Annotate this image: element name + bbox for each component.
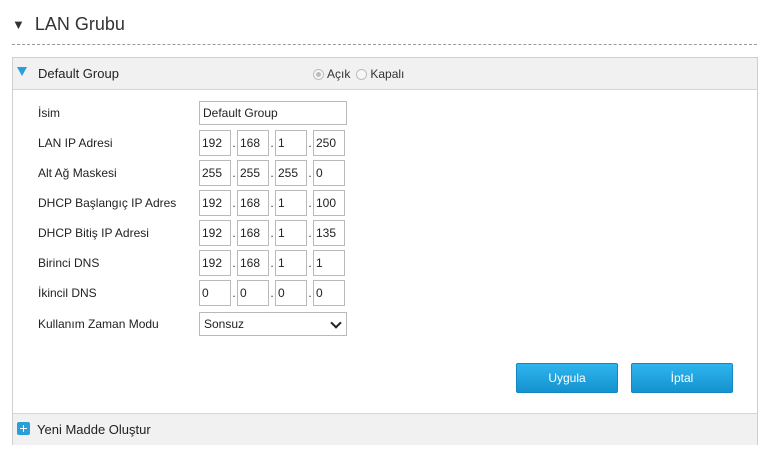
name-row: İsim xyxy=(38,100,60,126)
group-panel-header[interactable]: Default Group Açık Kapalı xyxy=(13,58,757,90)
section-title: LAN Grubu xyxy=(34,14,125,34)
dns1-row: Birinci DNS xyxy=(38,250,99,276)
dhcp-end-field: 192. 168. 1. 135 xyxy=(199,220,345,246)
dhcp-end-octet-2[interactable]: 168 xyxy=(237,220,269,246)
dns2-octet-3[interactable]: 0 xyxy=(275,280,307,306)
cancel-button[interactable]: İptal xyxy=(631,363,733,393)
new-item-label[interactable]: Yeni Madde Oluştur xyxy=(37,422,151,437)
lan-ip-octet-3[interactable]: 1 xyxy=(275,130,307,156)
lease-mode-select[interactable]: Sonsuz xyxy=(199,312,347,336)
dhcp-start-field: 192. 168. 1. 100 xyxy=(199,190,345,216)
dhcp-end-octet-4[interactable]: 135 xyxy=(313,220,345,246)
lan-ip-octet-4[interactable]: 250 xyxy=(313,130,345,156)
dns1-octet-4[interactable]: 1 xyxy=(313,250,345,276)
dhcp-end-octet-3[interactable]: 1 xyxy=(275,220,307,246)
enable-toggle: Açık Kapalı xyxy=(313,67,410,81)
dhcp-start-octet-3[interactable]: 1 xyxy=(275,190,307,216)
subnet-field: 255. 255. 255. 0 xyxy=(199,160,345,186)
dns1-field: 192. 168. 1. 1 xyxy=(199,250,345,276)
lan-ip-octet-2[interactable]: 168 xyxy=(237,130,269,156)
new-item-bar[interactable]: Yeni Madde Oluştur xyxy=(13,413,757,445)
dhcp-start-octet-4[interactable]: 100 xyxy=(313,190,345,216)
subnet-octet-1[interactable]: 255 xyxy=(199,160,231,186)
plus-icon[interactable] xyxy=(17,422,30,435)
lease-mode-value: Sonsuz xyxy=(204,317,245,331)
subnet-octet-3[interactable]: 255 xyxy=(275,160,307,186)
dns1-label: Birinci DNS xyxy=(38,256,100,270)
dns2-octet-2[interactable]: 0 xyxy=(237,280,269,306)
lan-ip-label: LAN IP Adresi xyxy=(38,136,113,150)
subnet-row: Alt Ağ Maskesi xyxy=(38,160,117,186)
radio-off-label: Kapalı xyxy=(370,67,405,81)
dhcp-start-label: DHCP Başlangıç IP Adres xyxy=(38,196,177,210)
dns2-octet-4[interactable]: 0 xyxy=(313,280,345,306)
radio-on-label: Açık xyxy=(327,67,351,81)
dns1-octet-1[interactable]: 192 xyxy=(199,250,231,276)
dhcp-start-row: DHCP Başlangıç IP Adres xyxy=(38,190,176,216)
dns2-row: İkincil DNS xyxy=(38,280,97,306)
apply-button[interactable]: Uygula xyxy=(516,363,618,393)
dns2-octet-1[interactable]: 0 xyxy=(199,280,231,306)
name-input[interactable]: Default Group xyxy=(199,101,347,125)
group-panel: Default Group Açık Kapalı İsim Default G… xyxy=(12,57,758,445)
section-divider xyxy=(12,44,757,45)
lan-ip-octet-1[interactable]: 192 xyxy=(199,130,231,156)
subnet-octet-4[interactable]: 0 xyxy=(313,160,345,186)
radio-off[interactable] xyxy=(356,68,368,80)
dhcp-end-octet-1[interactable]: 192 xyxy=(199,220,231,246)
subnet-label: Alt Ağ Maskesi xyxy=(38,166,117,180)
collapse-triangle-icon[interactable]: ▼ xyxy=(12,17,25,32)
lease-mode-row: Kullanım Zaman Modu xyxy=(38,311,159,337)
dns1-octet-3[interactable]: 1 xyxy=(275,250,307,276)
dns2-field: 0. 0. 0. 0 xyxy=(199,280,345,306)
radio-on[interactable] xyxy=(313,68,324,80)
chevron-down-icon xyxy=(330,317,342,329)
lease-mode-field: Sonsuz xyxy=(199,312,347,336)
dhcp-end-label: DHCP Bitiş IP Adresi xyxy=(38,226,149,240)
lan-ip-field: 192. 168. 1. 250 xyxy=(199,130,345,156)
section-header[interactable]: ▼ LAN Grubu xyxy=(12,14,125,35)
dhcp-start-octet-2[interactable]: 168 xyxy=(237,190,269,216)
dns2-label: İkincil DNS xyxy=(38,286,97,300)
dhcp-start-octet-1[interactable]: 192 xyxy=(199,190,231,216)
dns1-octet-2[interactable]: 168 xyxy=(237,250,269,276)
name-field-wrap: Default Group xyxy=(199,101,347,125)
lease-mode-label: Kullanım Zaman Modu xyxy=(38,317,159,331)
subnet-octet-2[interactable]: 255 xyxy=(237,160,269,186)
name-label: İsim xyxy=(38,106,60,120)
group-title: Default Group xyxy=(38,66,119,81)
expand-arrow-icon[interactable] xyxy=(17,67,27,76)
dhcp-end-row: DHCP Bitiş IP Adresi xyxy=(38,220,149,246)
lan-ip-row: LAN IP Adresi xyxy=(38,130,112,156)
